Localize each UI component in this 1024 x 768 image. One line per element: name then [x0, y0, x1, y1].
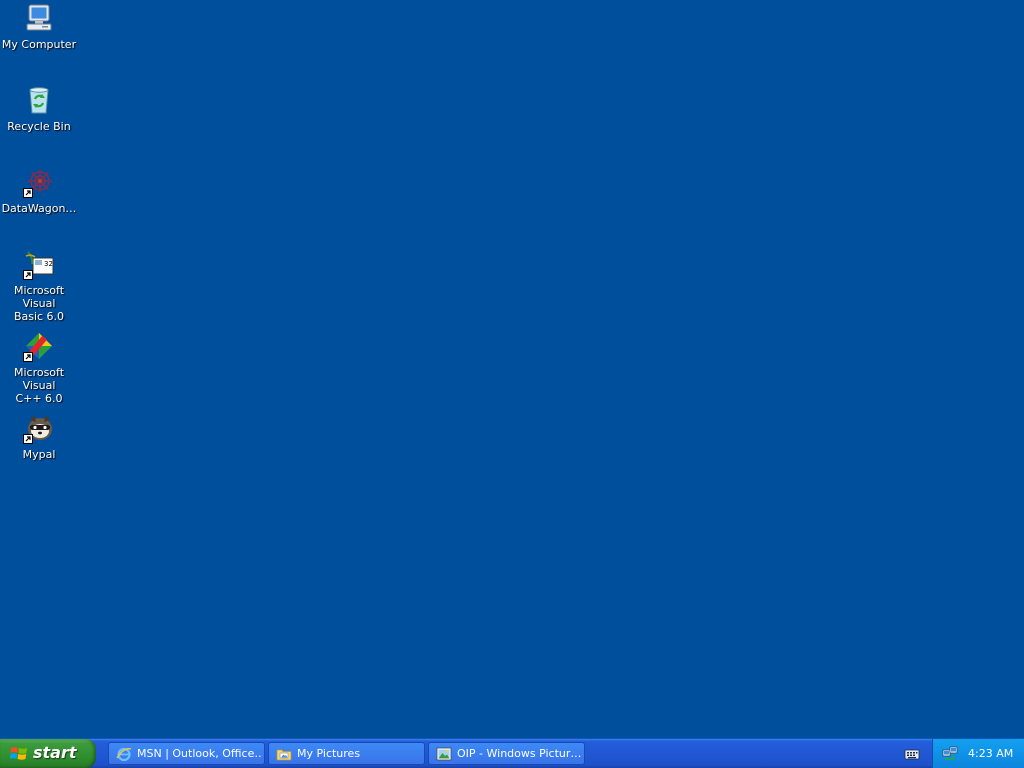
- start-label: start: [33, 743, 77, 762]
- visual-basic-icon: 32: [23, 248, 55, 280]
- clock[interactable]: 4:23 AM: [968, 747, 1013, 760]
- network-icon[interactable]: [942, 745, 958, 761]
- keyboard-icon[interactable]: [904, 746, 920, 762]
- desktop-icon-label: DataWagon…: [1, 202, 77, 215]
- task-label: My Pictures: [297, 747, 361, 760]
- desktop-icon-label: Mypal: [22, 448, 56, 461]
- desktop-icon-my-computer[interactable]: My Computer: [0, 2, 78, 51]
- desktop[interactable]: My Computer Recycle Bin DataWagon… 32 Mi…: [0, 0, 1024, 738]
- datawagon-icon: [23, 166, 55, 198]
- taskbar-button-msn[interactable]: MSN | Outlook, Office…: [108, 742, 265, 765]
- desktop-icon-recycle-bin[interactable]: Recycle Bin: [0, 84, 78, 133]
- my-computer-icon: [23, 2, 55, 34]
- start-button[interactable]: start: [0, 739, 96, 768]
- task-label: MSN | Outlook, Office…: [137, 747, 261, 760]
- desktop-icon-label: Recycle Bin: [7, 120, 71, 133]
- shortcut-arrow-icon: [23, 434, 33, 444]
- desktop-icon-visual-basic[interactable]: 32 Microsoft Visual Basic 6.0: [0, 248, 78, 323]
- desktop-icon-label: My Computer: [1, 38, 77, 51]
- windows-flag-icon: [9, 745, 28, 763]
- taskbar-button-picture-viewer[interactable]: OIP - Windows Pictur…: [428, 742, 585, 765]
- picture-viewer-icon: [436, 746, 452, 762]
- taskbar: start MSN | Outlook, Office… My Pictures: [0, 738, 1024, 768]
- shortcut-arrow-icon: [23, 188, 33, 198]
- desktop-icon-visual-cpp[interactable]: Microsoft Visual C++ 6.0: [0, 330, 78, 405]
- desktop-icon-mypal[interactable]: Mypal: [0, 412, 78, 461]
- mypal-icon: [23, 412, 55, 444]
- shortcut-arrow-icon: [23, 352, 33, 362]
- desktop-icon-datawagon[interactable]: DataWagon…: [0, 166, 78, 215]
- svg-text:32: 32: [44, 260, 53, 268]
- taskbar-button-my-pictures[interactable]: My Pictures: [268, 742, 425, 765]
- task-label: OIP - Windows Pictur…: [457, 747, 581, 760]
- shortcut-arrow-icon: [23, 270, 33, 280]
- desktop-icon-label: Microsoft Visual Basic 6.0: [13, 284, 65, 323]
- folder-icon: [276, 746, 292, 762]
- visual-cpp-icon: [23, 330, 55, 362]
- desktop-icon-label: Microsoft Visual C++ 6.0: [13, 366, 65, 405]
- recycle-bin-icon: [23, 84, 55, 116]
- internet-explorer-icon: [116, 746, 132, 762]
- system-tray: 4:23 AM: [932, 739, 1024, 768]
